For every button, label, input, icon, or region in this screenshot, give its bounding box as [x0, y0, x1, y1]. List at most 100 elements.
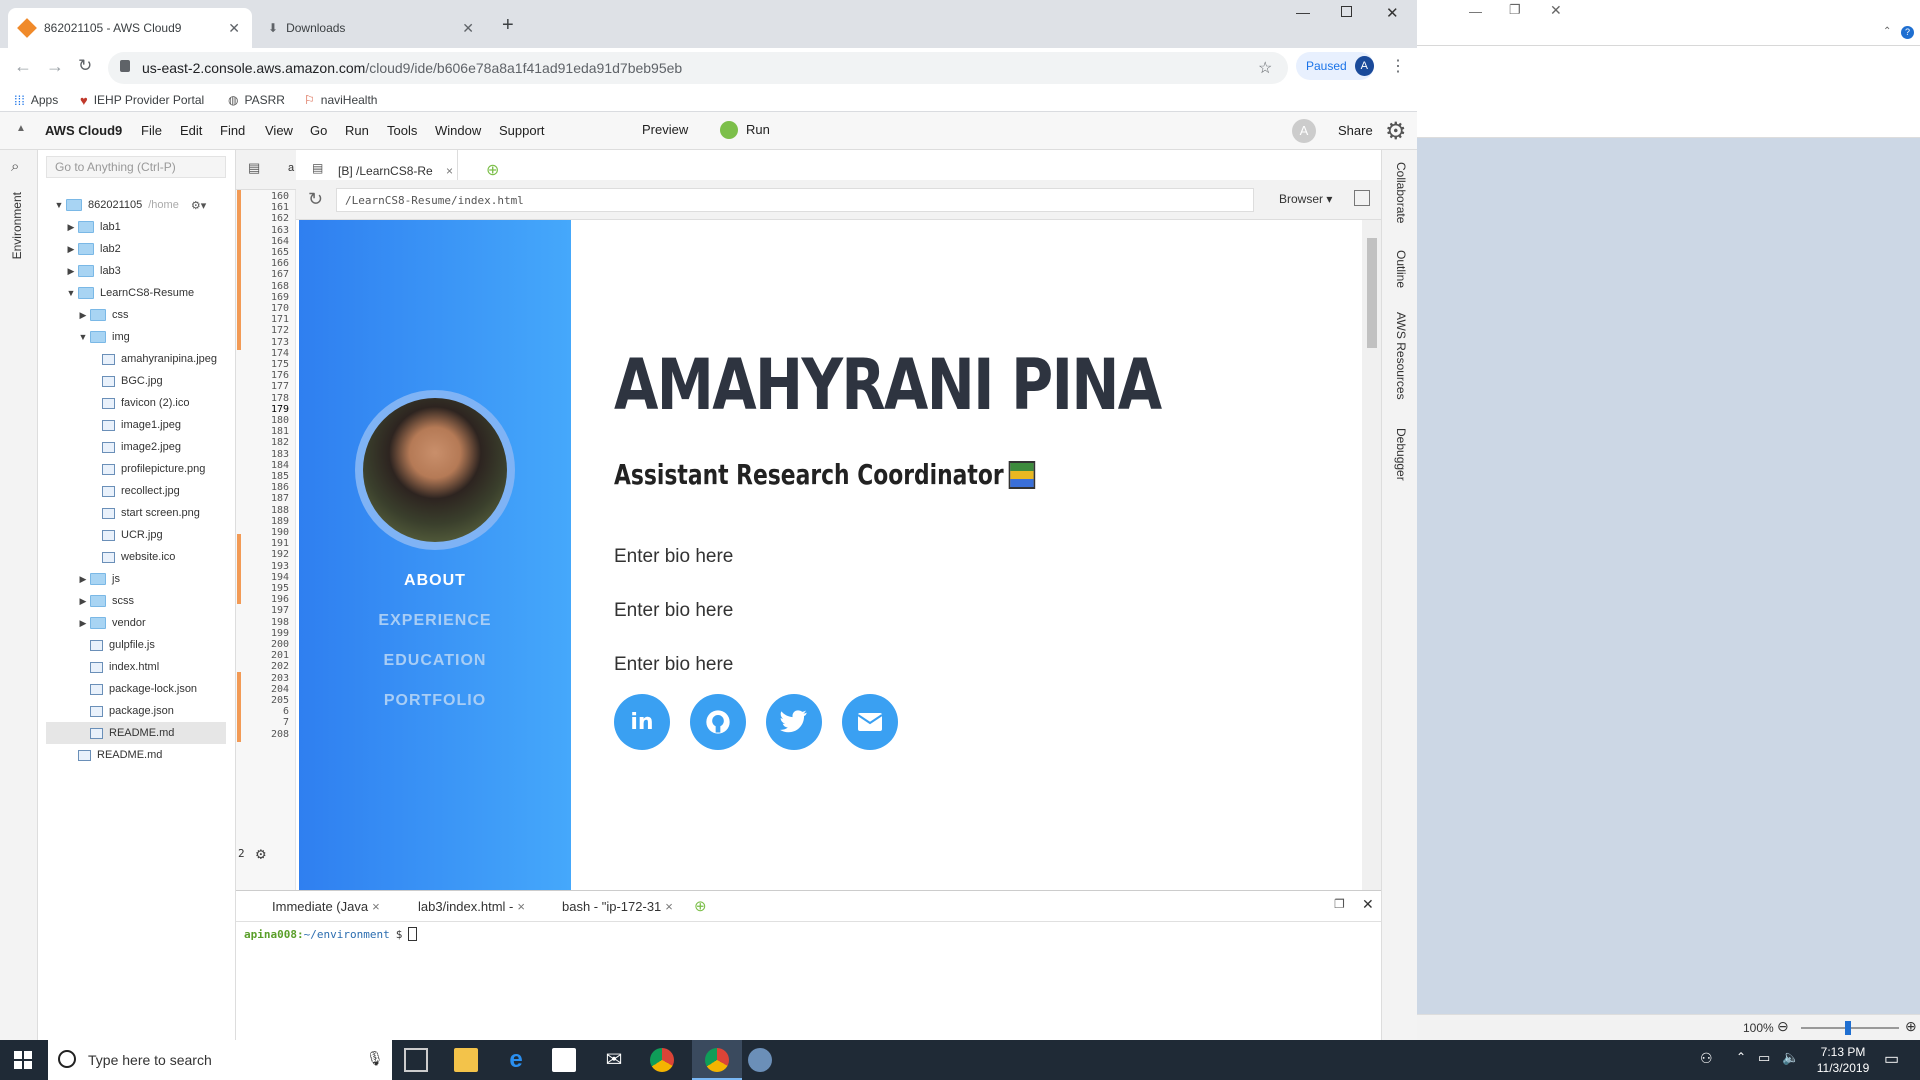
collapse-icon[interactable]: ▲ — [16, 123, 26, 134]
editor-tab-a[interactable]: a — [288, 162, 294, 174]
tree-gear-icon[interactable]: ⚙▾ — [191, 199, 206, 212]
run-icon[interactable] — [720, 121, 738, 139]
tree-folder[interactable]: ▶ vendor — [78, 612, 146, 634]
tree-folder[interactable]: ▶ lab2 — [66, 238, 121, 260]
tree-file[interactable]: README.md — [66, 744, 162, 766]
nav-portfolio[interactable]: PORTFOLIO — [299, 692, 571, 710]
menu-tools[interactable]: Tools — [387, 123, 417, 138]
tree-file[interactable]: image1.jpeg — [90, 414, 181, 436]
caret-right-icon[interactable]: ▶ — [66, 244, 76, 255]
network-icon[interactable]: ▭ — [1758, 1050, 1770, 1066]
help-icon[interactable]: ? — [1901, 26, 1914, 39]
windows-start-icon[interactable] — [14, 1051, 32, 1069]
menu-go[interactable]: Go — [310, 123, 327, 138]
close-tab-icon[interactable]: × — [372, 899, 380, 914]
panel-outline[interactable]: Outline — [1394, 250, 1408, 288]
notifications-icon[interactable]: ▭ — [1884, 1049, 1899, 1069]
caret-right-icon[interactable]: ▶ — [66, 266, 76, 277]
close-tab-icon[interactable]: × — [517, 899, 525, 914]
share-button[interactable]: Share — [1338, 123, 1373, 138]
menu-run[interactable]: Run — [345, 123, 369, 138]
tree-file[interactable]: package-lock.json — [78, 678, 197, 700]
browser-dropdown[interactable]: Browser ▾ — [1279, 192, 1332, 206]
close-tab-icon[interactable]: × — [446, 164, 453, 178]
minimize-icon[interactable]: — — [1469, 4, 1482, 19]
show-hidden-icons[interactable]: ⌃ — [1736, 1050, 1746, 1064]
paint-icon[interactable] — [748, 1048, 772, 1072]
caret-down-icon[interactable]: ▼ — [66, 288, 76, 298]
menu-find[interactable]: Find — [220, 123, 245, 138]
settings-gear-icon[interactable]: ⚙ — [1385, 117, 1407, 146]
tree-file[interactable]: UCR.jpg — [90, 524, 163, 546]
tree-file[interactable]: gulpfile.js — [78, 634, 155, 656]
tree-folder[interactable]: ▶ lab1 — [66, 216, 121, 238]
add-terminal-icon[interactable]: ⊕ — [694, 897, 707, 915]
preview-button[interactable]: Preview — [642, 122, 688, 137]
tree-folder[interactable]: ▼ img — [78, 326, 130, 348]
ide-brand[interactable]: AWS Cloud9 — [45, 123, 122, 138]
console-tab-lab3[interactable]: lab3/index.html - × — [410, 891, 533, 921]
search-icon[interactable]: ⌕ — [11, 158, 19, 175]
tree-file[interactable]: amahyranipina.jpeg — [90, 348, 217, 370]
window-maximize-icon[interactable] — [1341, 6, 1352, 17]
terminal[interactable]: apina008: ~/environment $ — [244, 927, 418, 941]
caret-down-icon[interactable]: ▼ — [78, 332, 88, 342]
people-icon[interactable]: ⚇ — [1700, 1050, 1713, 1067]
add-tab-icon[interactable]: ⊕ — [486, 160, 499, 180]
chevron-up-icon[interactable]: ⌃ — [1883, 26, 1891, 37]
zoom-out-button[interactable]: ⊖ — [1777, 1018, 1789, 1035]
tree-folder[interactable]: ▶ css — [78, 304, 129, 326]
forward-button[interactable]: → — [46, 56, 64, 77]
task-view-icon[interactable] — [404, 1048, 428, 1072]
menu-support[interactable]: Support — [499, 123, 545, 138]
volume-icon[interactable]: 🔈 — [1782, 1049, 1799, 1066]
console-tab-immediate[interactable]: Immediate (Java × — [264, 891, 388, 921]
caret-right-icon[interactable]: ▶ — [78, 574, 88, 585]
panel-debugger[interactable]: Debugger — [1394, 428, 1408, 481]
close-tab-icon[interactable]: ✕ — [462, 20, 474, 37]
tree-root[interactable]: ▼ 862021105 /home ⚙▾ — [54, 194, 206, 216]
chrome-menu-icon[interactable]: ⋮ — [1390, 56, 1406, 76]
console-tab-bash[interactable]: bash - "ip-172-31 × — [554, 891, 681, 921]
panel-toggle-icon[interactable]: ▤ — [248, 160, 260, 176]
bookmark-star-icon[interactable]: ☆ — [1258, 58, 1272, 78]
profile-button[interactable]: Paused A — [1296, 52, 1374, 80]
preview-scrollbar[interactable] — [1362, 220, 1381, 890]
user-avatar[interactable]: A — [1292, 119, 1316, 143]
address-bar[interactable]: us-east-2.console.aws.amazon.com/cloud9/… — [108, 52, 1288, 84]
bookmark-iehp[interactable]: ♥ IEHP Provider Portal — [80, 90, 204, 110]
tree-file[interactable]: README.md — [46, 722, 226, 744]
scrollbar-thumb[interactable] — [1367, 238, 1377, 348]
gutter-gear-icon[interactable]: ⚙ — [256, 844, 266, 863]
file-explorer-icon[interactable] — [454, 1048, 478, 1072]
tree-folder[interactable]: ▶ js — [78, 568, 120, 590]
tab-downloads[interactable]: ⬇ Downloads ✕ — [256, 8, 486, 48]
tree-file[interactable]: package.json — [78, 700, 174, 722]
caret-right-icon[interactable]: ▶ — [78, 310, 88, 321]
email-icon[interactable] — [842, 694, 898, 750]
close-tab-icon[interactable]: ✕ — [228, 20, 240, 37]
edge-icon[interactable]: e — [504, 1048, 528, 1072]
environment-tab[interactable]: Environment — [10, 192, 24, 259]
preview-url-input[interactable]: /LearnCS8-Resume/index.html — [336, 188, 1254, 212]
github-icon[interactable] — [690, 694, 746, 750]
console-close-icon[interactable]: ✕ — [1362, 896, 1374, 913]
bookmark-apps[interactable]: ⁞⁞⁞ Apps — [14, 90, 58, 110]
restore-icon[interactable]: ❐ — [1509, 2, 1521, 18]
tree-file[interactable]: BGC.jpg — [90, 370, 163, 392]
tree-file[interactable]: start screen.png — [90, 502, 200, 524]
goto-anything-input[interactable]: Go to Anything (Ctrl-P) — [46, 156, 226, 178]
new-tab-button[interactable]: + — [502, 14, 514, 37]
zoom-slider-thumb[interactable] — [1845, 1021, 1851, 1035]
close-tab-icon[interactable]: × — [665, 899, 673, 914]
caret-right-icon[interactable]: ▶ — [78, 618, 88, 629]
nav-about[interactable]: ABOUT — [299, 572, 571, 590]
taskbar-search-box[interactable]: Type here to search 🎙 — [48, 1040, 392, 1080]
panel-aws-resources[interactable]: AWS Resources — [1394, 312, 1408, 400]
window-close-icon[interactable]: ✕ — [1386, 4, 1399, 22]
tree-folder[interactable]: ▶ scss — [78, 590, 134, 612]
tree-file[interactable]: index.html — [78, 656, 159, 678]
panel-collaborate[interactable]: Collaborate — [1394, 162, 1408, 223]
close-icon[interactable]: ✕ — [1550, 2, 1562, 19]
bookmark-navihealth[interactable]: ⚐ naviHealth — [304, 90, 377, 110]
